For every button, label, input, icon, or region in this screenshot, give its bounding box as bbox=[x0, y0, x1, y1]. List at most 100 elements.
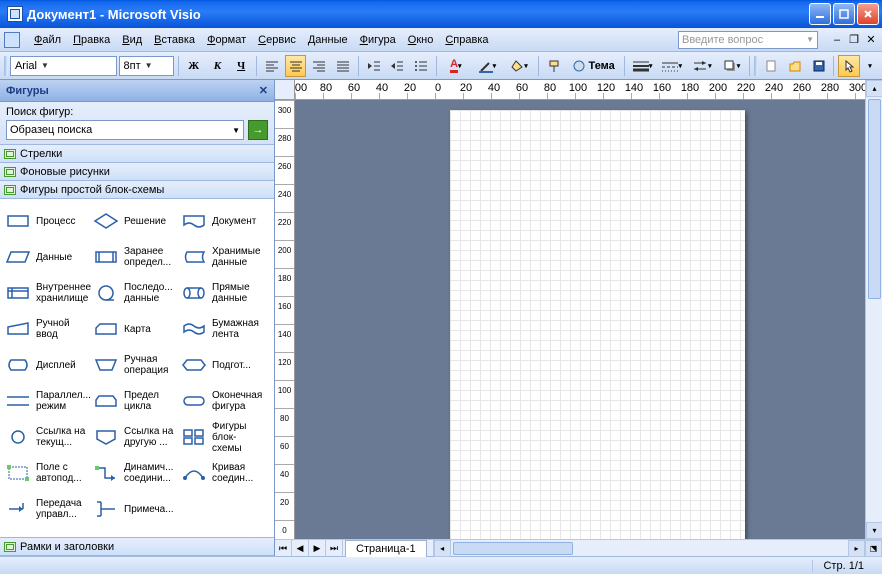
doc-restore-button[interactable]: ❐ bbox=[847, 33, 861, 47]
shape-term[interactable]: Оконечная фигура bbox=[178, 383, 266, 419]
shape-stencil[interactable]: Фигуры блок-схемы bbox=[178, 419, 266, 455]
line-color-button[interactable]: ▾ bbox=[473, 55, 503, 77]
menu-вставка[interactable]: Вставка bbox=[148, 32, 201, 48]
close-button[interactable] bbox=[857, 3, 879, 25]
font-name-combo[interactable]: Arial▼ bbox=[10, 56, 117, 76]
pointer-tool-button[interactable] bbox=[838, 55, 860, 77]
menu-формат[interactable]: Формат bbox=[201, 32, 252, 48]
doc-icon[interactable] bbox=[4, 32, 20, 48]
stencil-backgrounds[interactable]: Фоновые рисунки bbox=[0, 163, 274, 181]
shape-curve[interactable]: Кривая соедин... bbox=[178, 455, 266, 491]
help-search-input[interactable]: Введите вопрос▼ bbox=[678, 31, 818, 49]
canvas-viewport[interactable] bbox=[295, 100, 865, 539]
stencil-icon bbox=[180, 426, 208, 448]
nav-first-button[interactable]: ⏮ bbox=[275, 540, 292, 557]
shape-label: Решение bbox=[124, 216, 166, 227]
drawing-page[interactable] bbox=[450, 110, 745, 539]
doc-close-button[interactable]: ✕ bbox=[864, 33, 878, 47]
shape-transfer[interactable]: Передача управл... bbox=[2, 491, 90, 527]
theme-button[interactable]: Тема bbox=[567, 55, 620, 77]
shape-doc[interactable]: Документ bbox=[178, 203, 266, 239]
window-title: Документ1 - Microsoft Visio bbox=[27, 7, 809, 22]
shape-circ[interactable]: Ссылка на текущ... bbox=[2, 419, 90, 455]
shape-note[interactable]: Примеча... bbox=[90, 491, 178, 527]
font-color-button[interactable]: A▾ bbox=[441, 55, 471, 77]
menu-вид[interactable]: Вид bbox=[116, 32, 148, 48]
shape-parallel[interactable]: Параллел... режим bbox=[2, 383, 90, 419]
stencil-arrows[interactable]: Стрелки bbox=[0, 145, 274, 163]
menu-окно[interactable]: Окно bbox=[402, 32, 440, 48]
prep-icon bbox=[180, 354, 208, 376]
shape-display[interactable]: Дисплей bbox=[2, 347, 90, 383]
line-ends-button[interactable]: ▾ bbox=[688, 55, 716, 77]
shape-manin[interactable]: Ручной ввод bbox=[2, 311, 90, 347]
shape-prep[interactable]: Подгот... bbox=[178, 347, 266, 383]
shape-offpage[interactable]: Ссылка на другую ... bbox=[90, 419, 178, 455]
search-go-button[interactable]: → bbox=[248, 120, 268, 140]
horizontal-scrollbar[interactable]: ◂ ▸ ⬔ bbox=[433, 540, 882, 556]
shape-autof[interactable]: Поле с автопод... bbox=[2, 455, 90, 491]
shape-stored[interactable]: Хранимые данные bbox=[178, 239, 266, 275]
shape-predef[interactable]: Заранее определ... bbox=[90, 239, 178, 275]
align-justify-button[interactable] bbox=[332, 55, 354, 77]
indent-increase-button[interactable] bbox=[387, 55, 409, 77]
shape-seq[interactable]: Последо... данные bbox=[90, 275, 178, 311]
shape-label: Ссылка на текущ... bbox=[36, 426, 88, 448]
menu-фигура[interactable]: Фигура bbox=[354, 32, 402, 48]
stencil-borders[interactable]: Рамки и заголовки bbox=[0, 538, 274, 556]
menu-правка[interactable]: Правка bbox=[67, 32, 116, 48]
maximize-button[interactable] bbox=[833, 3, 855, 25]
shape-label: Передача управл... bbox=[36, 498, 88, 520]
shape-tape[interactable]: Бумажная лента bbox=[178, 311, 266, 347]
menu-сервис[interactable]: Сервис bbox=[252, 32, 302, 48]
underline-button[interactable]: Ч bbox=[230, 55, 252, 77]
menu-bar: ФайлПравкаВидВставкаФорматСервисДанныеФи… bbox=[0, 28, 882, 52]
shape-label: Внутреннее хранилище bbox=[36, 282, 91, 304]
align-left-button[interactable] bbox=[261, 55, 283, 77]
vertical-scrollbar[interactable]: ▴ ▾ bbox=[865, 80, 882, 539]
line-style-button[interactable]: ▾ bbox=[629, 55, 657, 77]
shape-label: Параллел... режим bbox=[36, 390, 91, 412]
font-size-combo[interactable]: 8пт▼ bbox=[119, 56, 174, 76]
align-center-button[interactable] bbox=[285, 55, 307, 77]
align-right-button[interactable] bbox=[308, 55, 330, 77]
display-icon bbox=[4, 354, 32, 376]
shape-loop[interactable]: Предел цикла bbox=[90, 383, 178, 419]
shape-dyncon[interactable]: Динамич... соедини... bbox=[90, 455, 178, 491]
shadow-button[interactable]: ▾ bbox=[718, 55, 746, 77]
menu-данные[interactable]: Данные bbox=[302, 32, 354, 48]
stencil-basic-flowchart[interactable]: Фигуры простой блок-схемы bbox=[0, 181, 274, 199]
fill-color-button[interactable]: ▾ bbox=[504, 55, 534, 77]
shape-manop[interactable]: Ручная операция bbox=[90, 347, 178, 383]
shape-search-input[interactable]: Образец поиска▼ bbox=[6, 120, 244, 140]
panel-close-button[interactable]: ✕ bbox=[259, 84, 268, 97]
text-tool-button[interactable]: ▾ bbox=[862, 55, 878, 77]
diamond-icon bbox=[92, 210, 120, 232]
menu-файл[interactable]: Файл bbox=[28, 32, 67, 48]
shape-rect[interactable]: Процесс bbox=[2, 203, 90, 239]
shape-intstor[interactable]: Внутреннее хранилище bbox=[2, 275, 90, 311]
nav-next-button[interactable]: ▶ bbox=[309, 540, 326, 557]
indent-decrease-button[interactable] bbox=[363, 55, 385, 77]
shape-direct[interactable]: Прямые данные bbox=[178, 275, 266, 311]
save-button[interactable] bbox=[808, 55, 830, 77]
shape-card[interactable]: Карта bbox=[90, 311, 178, 347]
menu-справка[interactable]: Справка bbox=[439, 32, 494, 48]
nav-prev-button[interactable]: ◀ bbox=[292, 540, 309, 557]
line-pattern-button[interactable]: ▾ bbox=[658, 55, 686, 77]
doc-minimize-button[interactable]: – bbox=[830, 33, 844, 47]
new-button[interactable] bbox=[760, 55, 782, 77]
minimize-button[interactable] bbox=[809, 3, 831, 25]
nav-last-button[interactable]: ⏭ bbox=[326, 540, 343, 557]
page-tab[interactable]: Страница-1 bbox=[345, 540, 427, 557]
seq-icon bbox=[92, 282, 120, 304]
shape-diamond[interactable]: Решение bbox=[90, 203, 178, 239]
shape-label: Бумажная лента bbox=[212, 318, 264, 340]
bullets-button[interactable] bbox=[410, 55, 432, 77]
shape-para[interactable]: Данные bbox=[2, 239, 90, 275]
ruler-corner bbox=[275, 80, 295, 100]
bold-button[interactable]: Ж bbox=[183, 55, 205, 77]
italic-button[interactable]: К bbox=[207, 55, 229, 77]
open-button[interactable] bbox=[784, 55, 806, 77]
format-painter-button[interactable] bbox=[543, 55, 565, 77]
